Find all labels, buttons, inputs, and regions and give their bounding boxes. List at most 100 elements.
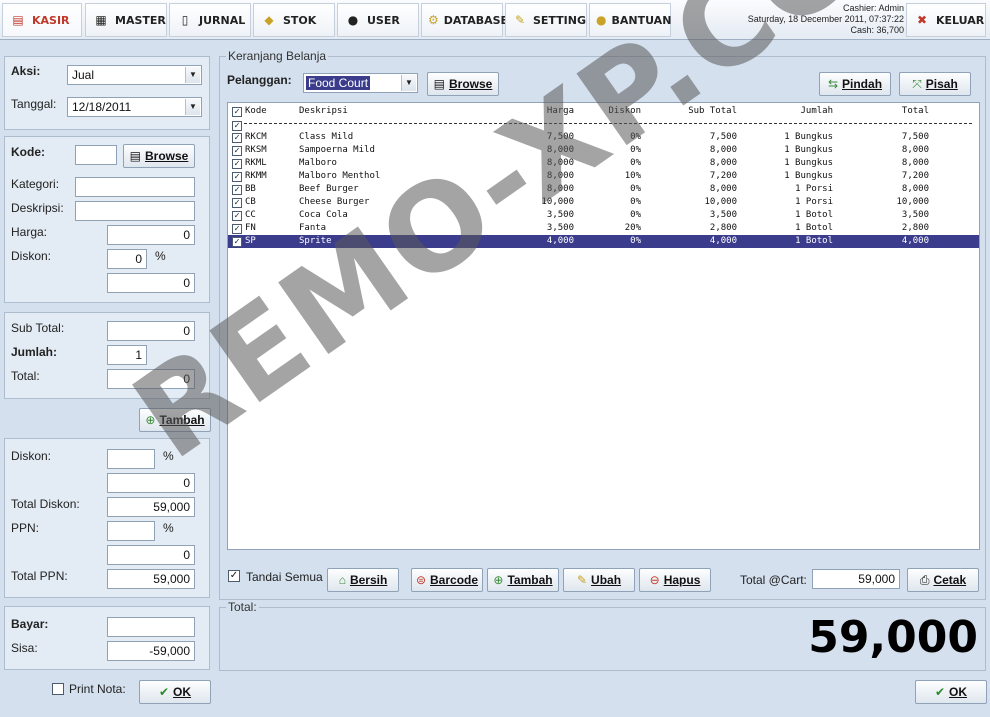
cell-desk: Malboro Menthol [299, 171, 381, 181]
sisa-input[interactable]: -59,000 [107, 641, 195, 661]
subtotal-input[interactable]: 0 [107, 321, 195, 341]
table-row[interactable]: ✓ SP Sprite 4,000 0% 4,000 1 Botol 4,000 [228, 235, 979, 248]
cell-diskon: 0% [630, 184, 641, 194]
bayar-input[interactable] [107, 617, 195, 637]
harga-input[interactable]: 0 [107, 225, 195, 245]
nav-bantuan[interactable]: ● BANTUAN [589, 3, 671, 37]
tandai-semua-checkbox[interactable]: ✓ [228, 570, 240, 582]
table-row[interactable]: ✓ CB Cheese Burger 10,000 0% 10,000 1 Porsi 10,… [228, 196, 979, 209]
cell-diskon: 0% [630, 210, 641, 220]
cell-desk: Beef Burger [299, 184, 359, 194]
logout-button[interactable]: ✖ KELUAR [906, 3, 986, 37]
row-checkbox[interactable]: ✓ [232, 237, 242, 247]
ppn-label: PPN: [11, 521, 40, 535]
total-cart-input[interactable]: 59,000 [812, 569, 900, 589]
ppn-percent-input[interactable] [107, 521, 155, 541]
diskon-value-input[interactable]: 0 [107, 273, 195, 293]
cashier-name: Cashier: Admin [842, 3, 904, 13]
nav-stok[interactable]: ◆ STOK [253, 3, 335, 37]
col-jumlah: Jumlah [800, 106, 833, 116]
browse-icon: ▤ [129, 149, 141, 163]
cart-table[interactable]: ✓ Kode Deskripsi Harga Diskon Sub Total … [227, 102, 980, 550]
ppn-value-input[interactable]: 0 [107, 545, 195, 565]
cell-kode: RKMM [245, 171, 267, 181]
tambah-item-button[interactable]: ⊕ Tambah [139, 408, 211, 432]
ok-label: OK [949, 685, 968, 699]
table-row[interactable]: ✓ CC Coca Cola 3,500 0% 3,500 1 Botol 3,500 [228, 209, 979, 222]
select-all-checkbox[interactable]: ✓ [232, 107, 242, 117]
browse-customer-button[interactable]: ▤ Browse [427, 72, 499, 96]
deskripsi-input[interactable] [75, 201, 195, 221]
cell-diskon: 0% [630, 145, 641, 155]
nav-label: USER [367, 13, 400, 27]
harga-label: Harga: [11, 225, 48, 239]
row-checkbox[interactable]: ✓ [232, 224, 242, 234]
chevron-down-icon[interactable]: ▼ [185, 67, 200, 83]
aksi-value: Jual [72, 68, 95, 82]
table-row[interactable]: ✓ RKMM Malboro Menthol 8,000 10% 7,200 1 Bungk… [228, 170, 979, 183]
cart-legend: Keranjang Belanja [226, 49, 329, 63]
total-ppn-input[interactable]: 59,000 [107, 569, 195, 589]
kode-input[interactable] [75, 145, 117, 165]
help-icon: ● [596, 13, 607, 27]
print-nota-checkbox[interactable] [52, 683, 64, 695]
row-checkbox[interactable]: ✓ [232, 133, 242, 143]
diskon2-label: Diskon: [11, 449, 52, 463]
tanggal-picker[interactable]: 12/18/2011 ▼ [67, 97, 202, 117]
table-row[interactable]: ✓ RKSM Sampoerna Mild 8,000 0% 8,000 1 Bungkus… [228, 144, 979, 157]
nav-jurnal[interactable]: ▯ JURNAL [169, 3, 251, 37]
row-checkbox[interactable]: ✓ [232, 121, 242, 131]
cell-harga: 7,500 [546, 132, 574, 142]
diskon-percent-input[interactable]: 0 [107, 249, 147, 269]
journal-icon: ▯ [181, 13, 189, 27]
total-diskon-input[interactable]: 59,000 [107, 497, 195, 517]
row-checkbox[interactable]: ✓ [232, 198, 242, 208]
table-row[interactable]: ✓ RKML Malboro 8,000 0% 8,000 1 Bungkus 8,000 [228, 157, 979, 170]
add-icon: ⊕ [493, 573, 504, 587]
nav-setting[interactable]: ✎ SETTING [505, 3, 587, 37]
jumlah-input[interactable]: 1 [107, 345, 147, 365]
diskon2-value-input[interactable]: 0 [107, 473, 195, 493]
pindah-label: Pindah [842, 77, 883, 91]
cell-desk: Malboro [299, 158, 337, 168]
browse-item-button[interactable]: ▤ Browse [123, 144, 195, 168]
nav-master[interactable]: ▦ MASTER [85, 3, 167, 37]
table-row[interactable]: ✓ FN Fanta 3,500 20% 2,800 1 Botol 2,800 [228, 222, 979, 235]
pisah-button[interactable]: ⤧ Pisah [899, 72, 971, 96]
chevron-down-icon[interactable]: ▼ [185, 99, 200, 115]
row-checkbox[interactable]: ✓ [232, 172, 242, 182]
ok-left-button[interactable]: ✔ OK [139, 680, 211, 704]
tambah-cart-button[interactable]: ⊕ Tambah [487, 568, 559, 592]
kategori-input[interactable] [75, 177, 195, 197]
nav-user[interactable]: ● USER [337, 3, 419, 37]
pindah-button[interactable]: ⇆ Pindah [819, 72, 891, 96]
row-checkbox[interactable]: ✓ [232, 211, 242, 221]
cell-jumlah: 1 Botol [795, 223, 833, 233]
hapus-button[interactable]: ⊖ Hapus [639, 568, 711, 592]
diskon2-percent-input[interactable] [107, 449, 155, 469]
cell-desk: Class Mild [299, 132, 354, 142]
aksi-select[interactable]: Jual ▼ [67, 65, 202, 85]
cell-total: 8,000 [901, 145, 929, 155]
chevron-down-icon[interactable]: ▼ [401, 75, 416, 91]
cashier-icon: ▤ [12, 13, 24, 27]
nav-database[interactable]: ⚙ DATABASE [421, 3, 508, 37]
total-input[interactable]: 0 [107, 369, 195, 389]
barcode-button[interactable]: ⊜ Barcode [411, 568, 483, 592]
row-checkbox[interactable]: ✓ [232, 185, 242, 195]
cell-total: 7,200 [901, 171, 929, 181]
bersih-button[interactable]: ⌂ Bersih [327, 568, 399, 592]
row-checkbox[interactable]: ✓ [232, 146, 242, 156]
row-checkbox[interactable]: ✓ [232, 159, 242, 169]
check-icon: ✔ [934, 685, 946, 699]
pelanggan-select[interactable]: Food Court ▼ [303, 73, 418, 93]
table-row[interactable]: ✓ BB Beef Burger 8,000 0% 8,000 1 Porsi 8,000 [228, 183, 979, 196]
cell-subtotal: 7,500 [709, 132, 737, 142]
nav-kasir[interactable]: ▤ KASIR [2, 3, 82, 37]
cetak-button[interactable]: ⎙ Cetak [907, 568, 979, 592]
pelanggan-label: Pelanggan: [227, 73, 292, 87]
split-icon: ⤧ [912, 76, 922, 91]
table-row[interactable]: ✓ RKCM Class Mild 7,500 0% 7,500 1 Bungkus 7,50… [228, 131, 979, 144]
ubah-button[interactable]: ✎ Ubah [563, 568, 635, 592]
ok-right-button[interactable]: ✔ OK [915, 680, 987, 704]
